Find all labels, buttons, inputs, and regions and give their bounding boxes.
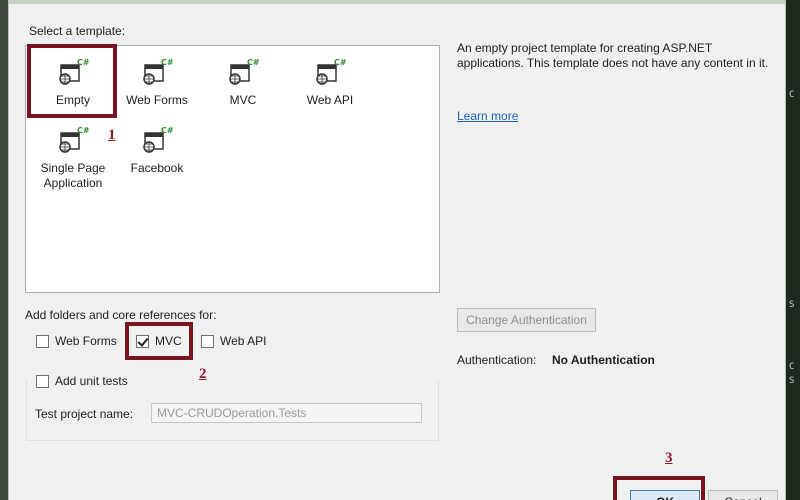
select-template-label: Select a template: (29, 24, 126, 38)
learn-more-link[interactable]: Learn more (457, 109, 518, 123)
project-template-icon: C# (143, 58, 173, 85)
web-forms-checkbox[interactable] (36, 334, 49, 348)
annotation-step-3: 3 (665, 450, 673, 466)
web-api-option-label: Web API (220, 334, 267, 348)
web-forms-option[interactable]: Web Forms (36, 334, 117, 348)
template-label: Single Page Application (40, 161, 106, 190)
background-glyph: S (789, 300, 795, 310)
template-web-forms[interactable]: C# Web Forms (115, 57, 199, 108)
project-template-icon: C# (229, 58, 259, 85)
background-glyph: S (789, 376, 795, 386)
web-forms-option-label: Web Forms (55, 334, 117, 348)
svg-text:C#: C# (161, 58, 173, 67)
change-authentication-button[interactable]: Change Authentication (457, 308, 596, 332)
project-template-icon: C# (316, 58, 346, 85)
project-template-icon: C# (59, 126, 89, 153)
template-label: MVC (229, 93, 257, 107)
web-api-checkbox[interactable] (201, 334, 214, 348)
annotation-highlight-ok (613, 476, 705, 500)
template-mvc[interactable]: C# MVC (201, 57, 285, 108)
unit-tests-option[interactable]: Add unit tests (36, 374, 128, 388)
project-template-icon: C# (143, 126, 173, 153)
background-editor-strip: C S C S (786, 0, 800, 500)
annotation-step-1: 1 (108, 127, 116, 143)
background-glyph: C (789, 362, 795, 372)
dialog-top-border (9, 0, 785, 4)
svg-text:C#: C# (161, 126, 173, 135)
unit-tests-option-label: Add unit tests (55, 374, 128, 388)
authentication-value: No Authentication (552, 353, 655, 367)
annotation-highlight-empty (27, 44, 117, 118)
background-glyph: C (789, 90, 795, 100)
annotation-highlight-mvc (125, 322, 193, 360)
new-project-dialog: Select a template: C# Empty C# Web Forms (8, 0, 786, 500)
test-project-name-label: Test project name: (35, 407, 134, 421)
test-project-name-input[interactable]: MVC-CRUDOperation.Tests (151, 403, 422, 423)
template-label: Web Forms (126, 93, 188, 107)
template-facebook[interactable]: C# Facebook (115, 125, 199, 176)
template-single-page-application[interactable]: C# Single Page Application (31, 125, 115, 191)
cancel-button[interactable]: Cancel (708, 490, 778, 500)
svg-text:C#: C# (77, 126, 89, 135)
svg-text:C#: C# (334, 58, 346, 67)
authentication-label: Authentication: (457, 353, 537, 367)
add-folders-label: Add folders and core references for: (25, 308, 217, 322)
template-label: Web API (306, 93, 354, 107)
template-description: An empty project template for creating A… (457, 41, 769, 70)
web-api-option[interactable]: Web API (201, 334, 266, 348)
unit-tests-checkbox[interactable] (36, 374, 49, 388)
svg-text:C#: C# (247, 58, 259, 67)
template-label: Facebook (130, 161, 184, 175)
template-web-api[interactable]: C# Web API (288, 57, 372, 108)
